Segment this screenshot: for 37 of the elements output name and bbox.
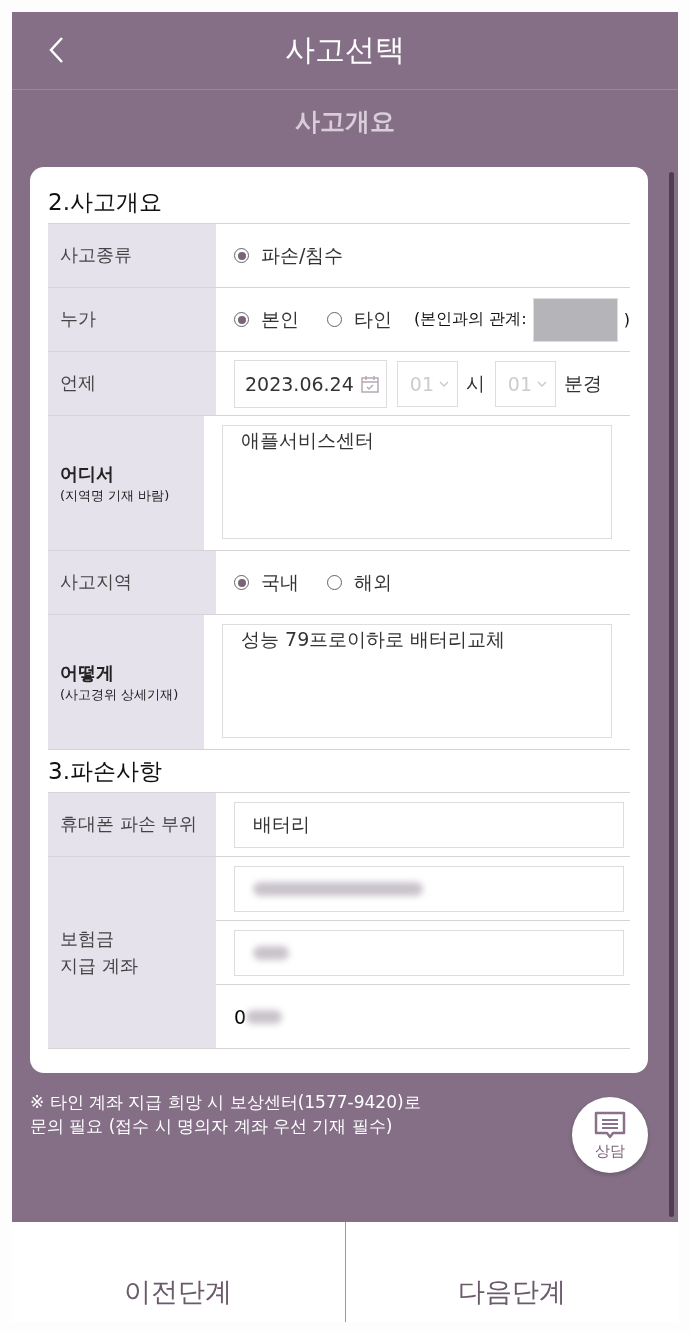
row-label: 누가 [60, 307, 97, 332]
row-sublabel: (지역명 기재 바람) [60, 487, 171, 506]
row-label: 어디서 [60, 461, 115, 486]
radio-option[interactable]: 타인 [327, 306, 392, 333]
minute-unit: 분경 [563, 370, 602, 396]
radio-option[interactable]: 본인 [234, 306, 299, 333]
input-field[interactable]: 배터리 [234, 801, 624, 848]
radio-option[interactable]: 파손/침수 [234, 242, 344, 269]
radio-option[interactable]: 해외 [327, 569, 392, 596]
hour-unit: 시 [465, 370, 485, 396]
row-sublabel: (사고경위 상세기재) [60, 686, 180, 705]
caret-icon [438, 380, 449, 387]
notice-text: ※ 타인 계좌 지급 희망 시 보상센터(1577-9420)로 문의 필요 (접수 시 명의자 계좌 우선 기재 필수) [30, 1091, 421, 1138]
section-title: 2.사고개요 [48, 187, 163, 217]
relation-label: (본인과의 관계: [414, 309, 527, 330]
section-title: 3.파손사항 [48, 756, 163, 786]
input-field[interactable] [234, 865, 624, 912]
text-area[interactable]: 애플서비스센터 [222, 425, 612, 539]
back-icon[interactable] [48, 36, 64, 64]
step-title: 사고개요 [294, 105, 396, 138]
chat-icon [593, 1109, 627, 1140]
chat-button[interactable]: 상담 [572, 1097, 648, 1173]
caret-icon [536, 380, 547, 387]
row-label: 사고지역 [60, 570, 133, 595]
account-text: 0 [234, 1005, 247, 1028]
row-label: 언제 [60, 371, 97, 396]
text-area[interactable]: 성능 79프로이하로 배터리교체 [222, 624, 612, 738]
screen-title: 사고선택 [285, 31, 405, 69]
row-label: 휴대폰 파손 부위 [60, 812, 199, 837]
relation-close: ) [623, 310, 630, 329]
row-label: 어떻게 [60, 660, 115, 685]
row-label: 보험금 지급 계좌 [60, 927, 139, 978]
row-label: 사고종류 [60, 243, 133, 268]
date-field[interactable]: 2023.06.24 [234, 359, 387, 408]
input-field[interactable] [234, 929, 624, 976]
radio-option[interactable]: 국내 [234, 569, 299, 596]
calendar-icon [359, 373, 380, 394]
